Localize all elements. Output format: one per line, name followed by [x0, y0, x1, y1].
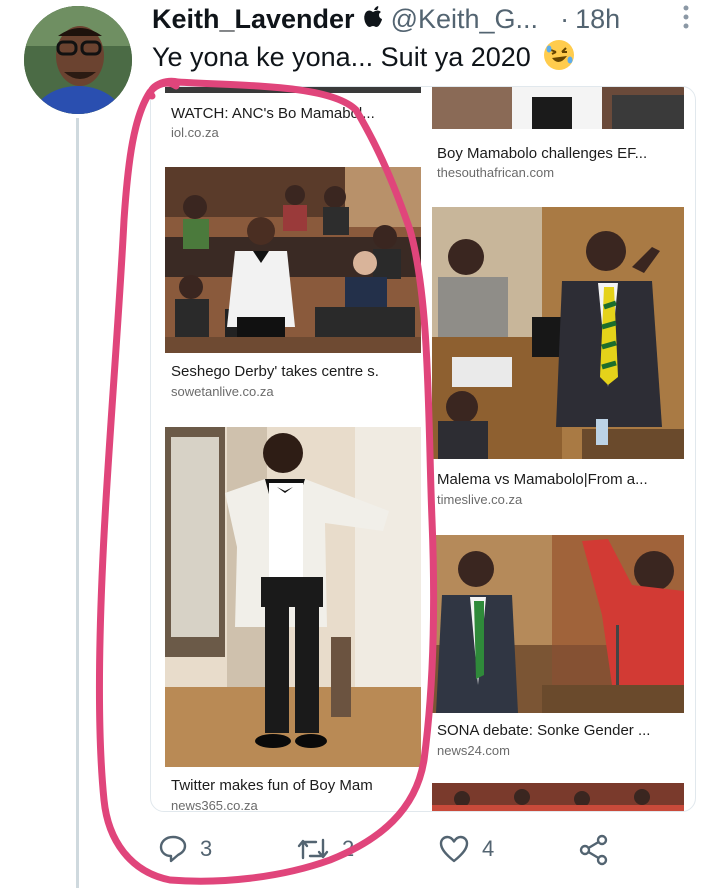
heart-icon — [438, 834, 470, 864]
share-button[interactable] — [578, 834, 610, 866]
separator-dot: · — [560, 4, 570, 34]
tweet-header: Keith_Lavender @Keith_G... · 18h — [152, 4, 692, 38]
thread-line — [76, 118, 79, 888]
rolling-laughing-emoji-icon — [544, 40, 575, 70]
share-icon — [578, 834, 610, 866]
reply-count: 3 — [200, 836, 213, 861]
reply-button[interactable]: 3 — [158, 834, 212, 864]
tweet-actions: 3 2 4 — [150, 834, 620, 874]
result-source: sowetanlive.co.za — [171, 384, 274, 399]
result-image[interactable] — [432, 207, 684, 459]
result-image[interactable] — [432, 783, 684, 811]
retweet-icon — [296, 834, 330, 864]
result-title[interactable]: Boy Mamabolo challenges EF... — [437, 145, 682, 162]
result-source: news24.com — [437, 743, 510, 758]
result-image[interactable] — [165, 167, 421, 353]
result-title[interactable]: Seshego Derby' takes centre s. — [171, 363, 421, 380]
tweet-time[interactable]: 18h — [575, 4, 620, 35]
result-title[interactable]: Malema vs Mamabolo|From a... — [437, 471, 682, 488]
result-source: thesouthafrican.com — [437, 165, 555, 180]
retweet-count: 2 — [342, 836, 355, 861]
reply-icon — [158, 834, 188, 864]
result-image[interactable] — [432, 535, 684, 713]
result-title[interactable]: WATCH: ANC's Bo Mamabol... — [171, 105, 421, 122]
tweet-text-content: Ye yona ke yona... Suit ya 2020 — [152, 42, 531, 72]
author-name[interactable]: Keith_Lavender — [152, 4, 355, 35]
result-title[interactable]: Twitter makes fun of Boy Mam — [171, 777, 421, 794]
retweet-button[interactable]: 2 — [296, 834, 354, 864]
tweet-text: Ye yona ke yona... Suit ya 2020 — [152, 40, 575, 73]
result-image[interactable] — [165, 87, 421, 93]
result-image[interactable] — [165, 427, 421, 767]
like-count: 4 — [482, 836, 495, 861]
avatar[interactable] — [24, 6, 132, 114]
result-source: news365.co.za — [171, 798, 258, 812]
author-handle[interactable]: @Keith_G... — [391, 4, 538, 35]
result-source: timeslive.co.za — [437, 492, 523, 507]
apple-icon — [363, 6, 383, 34]
result-source: iol.co.za — [171, 125, 219, 140]
more-options-icon[interactable] — [682, 4, 690, 37]
result-title[interactable]: SONA debate: Sonke Gender ... — [437, 722, 682, 739]
media-image[interactable]: WATCH: ANC's Bo Mamabol... iol.co.za Ses… — [150, 86, 696, 812]
result-image[interactable] — [432, 87, 684, 129]
like-button[interactable]: 4 — [438, 834, 494, 864]
